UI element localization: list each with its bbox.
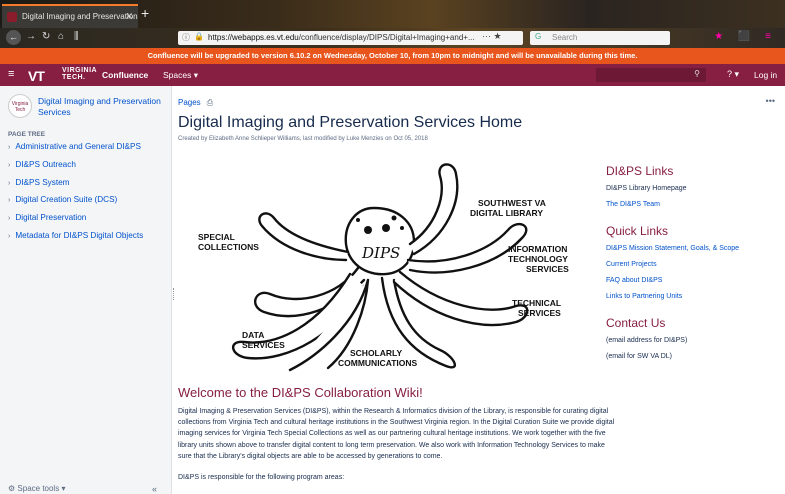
contact-line: (email address for DI&PS) [606, 337, 688, 344]
contact-heading: Contact Us [606, 316, 666, 330]
label-special-1: SPECIAL [198, 232, 235, 242]
breadcrumb: Pages ⎙ [178, 98, 213, 108]
space-logo[interactable]: Virginia Tech [8, 94, 32, 118]
tab-title: Digital Imaging and Preservation [22, 12, 138, 21]
label-data-1: DATA [242, 330, 264, 340]
page-actions-icon[interactable]: ··· ★ [482, 31, 502, 42]
help-icon: ? [727, 69, 733, 79]
url-bar[interactable]: ⓘ 🔒 https://webapps.es.vt.edu/confluence… [178, 31, 523, 45]
page-byline: Created by Elizabeth Anne Schlieper Will… [178, 136, 428, 142]
maintenance-banner: Confluence will be upgraded to version 6… [0, 48, 785, 64]
app-name[interactable]: Confluence [102, 70, 148, 80]
help-menu[interactable]: ? ▾ [727, 69, 739, 80]
browser-tab-bar: Digital Imaging and Preservation ✕ + [0, 0, 785, 28]
label-southwest-1: SOUTHWEST VA [478, 198, 546, 208]
welcome-heading: Welcome to the DI&PS Collaboration Wiki! [178, 385, 423, 400]
intro-paragraph: Digital Imaging & Preservation Services … [178, 408, 615, 460]
lock-icon: 🔒 [194, 32, 204, 41]
space-sidebar: Virginia Tech Digital Imaging and Preser… [0, 86, 172, 494]
url-host: https://webapps.es.vt.edu [208, 33, 299, 42]
breadcrumb-pages-link[interactable]: Pages [178, 98, 201, 107]
info-icon[interactable]: ⓘ [182, 32, 190, 43]
collapse-sidebar-button[interactable]: « [152, 484, 157, 494]
url-path: /confluence/display/DIPS/Digital+Imaging… [298, 33, 475, 42]
label-schol-2: COMMUNICATIONS [338, 358, 417, 368]
space-tools-menu[interactable]: ⚙ Space tools ▾ [8, 484, 65, 493]
browser-nav-bar: ← → ↻ ⌂ ⫼ ⓘ 🔒 https://webapps.es.vt.edu/… [0, 28, 785, 48]
links-heading: DI&PS Links [606, 164, 674, 178]
page-tree-heading: PAGE TREE [8, 131, 46, 138]
page-tree: › Administrative and General DI&PS › DI&PS… [8, 142, 143, 249]
space-name-link[interactable]: Digital Imaging and Preservation Service… [38, 96, 163, 118]
projects-link[interactable]: Current Projects [606, 261, 785, 277]
homepage-text: DI&PS Library Homepage [606, 185, 687, 192]
chevron-right-icon[interactable]: › [8, 162, 10, 169]
faq-link[interactable]: FAQ about DI&PS [606, 277, 785, 293]
gear-icon: ⚙ [8, 484, 16, 493]
toolbar-addons-icon[interactable]: ★ ⬛ ≡ [714, 31, 777, 42]
browser-search-field[interactable]: G Search [530, 31, 670, 45]
spaces-menu[interactable]: Spaces ▾ [163, 70, 198, 81]
program-areas-text: DI&PS is responsible for the following p… [178, 474, 345, 481]
partners-link[interactable]: Links to Partnering Units [606, 293, 785, 309]
label-schol-1: SCHOLARLY [350, 348, 402, 358]
close-tab-icon[interactable]: ✕ [125, 11, 133, 22]
chevron-right-icon[interactable]: › [8, 197, 10, 204]
browser-search-placeholder: Search [552, 33, 578, 42]
octopus-illustration: DIPS SOUTHWEST VA DIGITAL LIBRARY SPECIA… [198, 163, 569, 372]
login-link[interactable]: Log in [754, 70, 777, 80]
mission-link[interactable]: DI&PS Mission Statement, Goals, & Scope [606, 245, 785, 261]
chevron-right-icon[interactable]: › [8, 180, 10, 187]
team-link[interactable]: The DI&PS Team [606, 201, 785, 217]
banner-text: Confluence will be upgraded to version 6… [147, 51, 638, 60]
contact-line: (email for SW VA DL) [606, 353, 672, 360]
label-data-2: SERVICES [242, 340, 285, 350]
label-info-2: TECHNOLOGY [508, 254, 568, 264]
page-title: Digital Imaging and Preservation Service… [178, 114, 523, 131]
favicon-icon [7, 12, 17, 22]
more-actions-icon[interactable]: ••• [766, 96, 775, 106]
tree-item[interactable]: › Administrative and General DI&PS [8, 142, 143, 160]
tree-item[interactable]: › DI&PS System [8, 178, 143, 196]
back-arrow-icon[interactable]: ← [6, 30, 21, 45]
label-southwest-2: DIGITAL LIBRARY [470, 208, 543, 218]
browser-tab[interactable]: Digital Imaging and Preservation ✕ [2, 4, 138, 28]
label-info-3: SERVICES [526, 264, 569, 274]
chevron-right-icon[interactable]: › [8, 144, 10, 151]
main-content: Pages ⎙ ••• Digital Imaging and Preservat… [172, 86, 785, 494]
tree-item[interactable]: › Digital Preservation [8, 213, 143, 231]
tree-item[interactable]: › DI&PS Outreach [8, 160, 143, 178]
confluence-header: ≡ VT VIRGINIA TECH. Confluence Spaces ▾ ⚲… [0, 64, 785, 86]
tree-item[interactable]: › Metadata for DI&PS Digital Objects [8, 231, 143, 249]
library-icon[interactable]: ⫼ [74, 31, 79, 42]
tree-item[interactable]: › Digital Creation Suite (DCS) [8, 195, 143, 213]
label-tech-1: TECHNICAL [512, 298, 561, 308]
label-special-2: COLLECTIONS [198, 242, 259, 252]
forward-arrow-icon[interactable]: → [26, 31, 36, 42]
label-tech-2: SERVICES [518, 308, 561, 318]
right-links-panel: DI&PS Links DI&PS Library Homepage The D… [606, 164, 785, 376]
search-icon: ⚲ [694, 69, 700, 78]
mascot-label: DIPS [361, 244, 400, 262]
page-restrictions-icon[interactable]: ⎙ [207, 98, 213, 107]
header-search-input[interactable]: ⚲ [596, 68, 706, 82]
vt-logo-icon[interactable]: VT [28, 68, 45, 84]
quick-links-heading: Quick Links [606, 224, 669, 238]
home-icon[interactable]: ⌂ [58, 31, 64, 42]
label-info-1: INFORMATION [508, 244, 567, 254]
google-icon: G [535, 32, 542, 41]
chevron-right-icon[interactable]: › [8, 233, 10, 240]
university-name: VIRGINIA TECH. [62, 67, 98, 81]
new-tab-button[interactable]: + [141, 5, 149, 21]
chevron-right-icon[interactable]: › [8, 215, 10, 222]
app-switcher-icon[interactable]: ≡ [8, 68, 14, 80]
reload-icon[interactable]: ↻ [42, 31, 50, 42]
